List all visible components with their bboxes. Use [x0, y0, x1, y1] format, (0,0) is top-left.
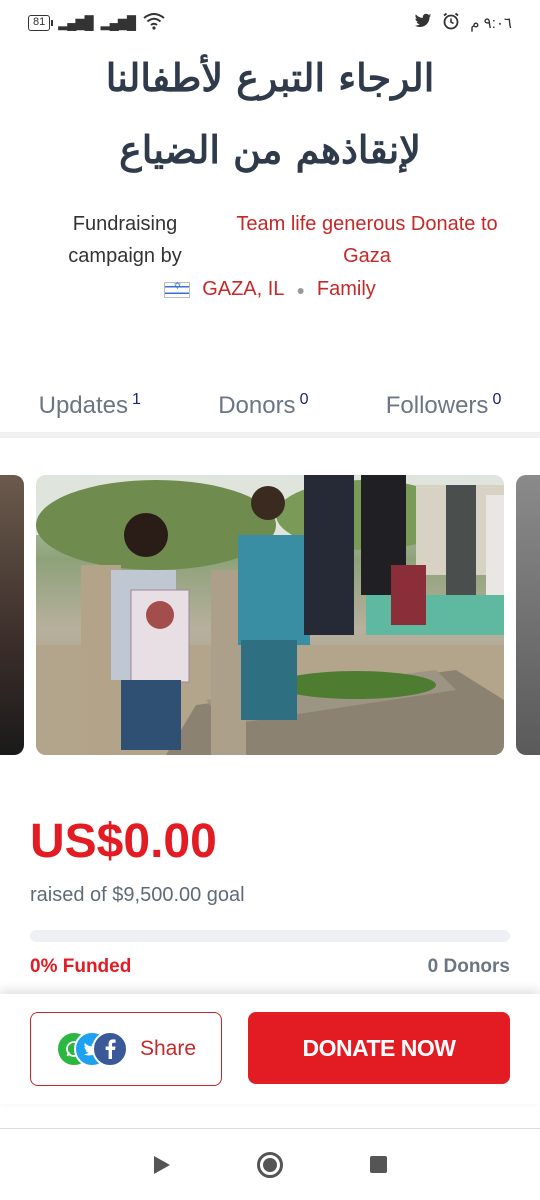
campaign-photo[interactable] — [36, 475, 504, 755]
twitter-icon — [414, 13, 432, 33]
tab-updates-label: Updates — [38, 391, 129, 419]
tab-updates[interactable]: Updates 1 — [39, 391, 141, 420]
campaign-title: الرجاء التبرع لأطفالنا لإنقاذهم من الضيا… — [40, 42, 500, 186]
tab-donors-label: Donors — [218, 391, 296, 419]
location-link[interactable]: GAZA, IL — [202, 278, 284, 301]
status-left: 81 ▂▄▆█ ▂▄▆█ — [28, 12, 165, 34]
donate-now-button[interactable]: DONATE NOW — [248, 1012, 510, 1084]
nav-home-icon[interactable] — [256, 1151, 283, 1178]
carousel-next-photo[interactable] — [516, 475, 540, 755]
category-link[interactable]: Family — [317, 278, 376, 301]
system-nav-bar — [0, 1128, 540, 1200]
status-right: ٩:٠٦ م — [414, 12, 512, 34]
tab-followers-count: 0 — [492, 390, 502, 408]
organizer-row: Fundraising campaign by Team life genero… — [40, 208, 520, 272]
israel-flag-icon — [164, 281, 191, 298]
signal-icon-2: ▂▄▆█ — [100, 15, 136, 30]
battery-icon: 81 — [28, 15, 54, 31]
tab-donors[interactable]: Donors 0 — [218, 391, 308, 420]
signal-icon: ▂▄▆█ — [58, 15, 93, 30]
tab-followers-label: Followers — [385, 391, 489, 419]
tab-donors-count: 0 — [299, 390, 309, 408]
goal-text: raised of $9,500.00 goal — [30, 884, 245, 906]
campaign-title-line-2: لإنقاذهم من الضياع — [119, 127, 421, 172]
clock-time: ٩:٠٦ م — [470, 15, 512, 32]
facebook-icon — [91, 1031, 128, 1067]
location-row: GAZA, IL ● Family — [0, 278, 540, 301]
tab-updates-count: 1 — [132, 390, 141, 408]
organizer-label: Fundraising campaign by — [68, 213, 182, 267]
organizer-link[interactable]: Team life generous Donate to Gaza — [222, 208, 512, 272]
status-bar: 81 ▂▄▆█ ▂▄▆█ ٩:٠٦ م — [0, 0, 540, 46]
share-button[interactable]: Share — [30, 1012, 222, 1086]
wifi-icon — [143, 12, 165, 34]
nav-back-icon[interactable] — [153, 1155, 170, 1174]
campaign-title-line-1: الرجاء التبرع لأطفالنا — [105, 55, 435, 100]
share-label: Share — [139, 1037, 197, 1060]
donor-count: 0 Donors — [427, 956, 510, 977]
funded-percent: 0% Funded — [30, 956, 132, 977]
carousel-prev-photo[interactable] — [0, 475, 24, 755]
photo-carousel[interactable] — [0, 475, 540, 755]
action-bar: Share DONATE NOW — [0, 994, 540, 1104]
share-icons — [55, 1031, 132, 1067]
alarm-icon — [442, 12, 460, 34]
separator-dot: ● — [296, 281, 305, 298]
nav-recent-apps-icon[interactable] — [369, 1156, 387, 1173]
funding-progress-bar — [30, 930, 510, 942]
tab-followers[interactable]: Followers 0 — [386, 391, 502, 420]
campaign-tabs: Updates 1 Donors 0 Followers 0 — [0, 378, 540, 438]
amount-raised: US$0.00 — [30, 815, 217, 868]
